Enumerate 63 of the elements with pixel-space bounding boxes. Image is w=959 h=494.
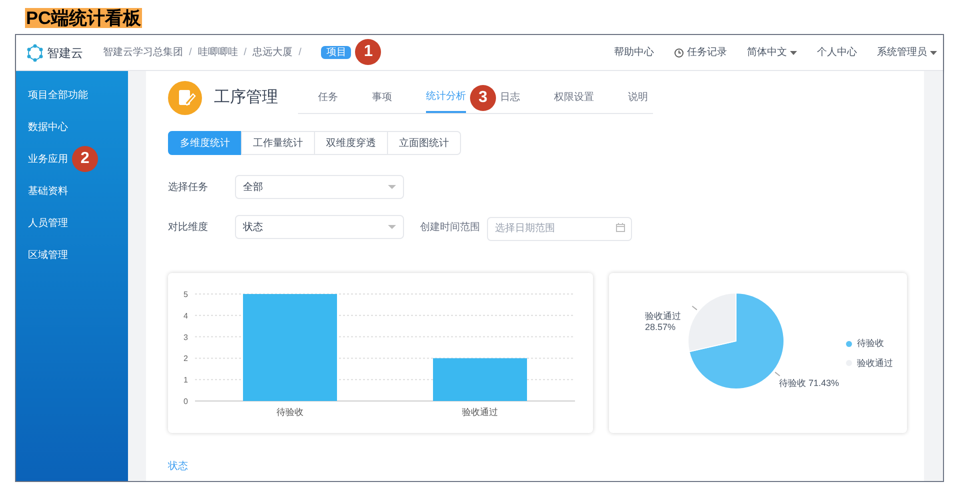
segment-tab[interactable]: 立面图统计 bbox=[387, 131, 461, 155]
pie-value-label: 待验收 71.43% bbox=[779, 378, 840, 389]
segment-tab[interactable]: 双维度穿透 bbox=[314, 131, 388, 155]
project-tag: 项目 bbox=[321, 46, 352, 59]
field-label: 选择任务 bbox=[168, 180, 209, 194]
axis-tick-label: 4 bbox=[184, 311, 188, 320]
segment-tab[interactable]: 多维度统计 bbox=[168, 131, 242, 155]
status-link[interactable]: 状态 bbox=[168, 459, 188, 474]
tab[interactable]: 日志 bbox=[500, 82, 520, 112]
breadcrumb-separator: / bbox=[189, 46, 192, 60]
page-heading: PC端统计看板 bbox=[25, 8, 142, 28]
logo-icon bbox=[26, 44, 44, 62]
header-link[interactable]: 简体中文 bbox=[747, 45, 797, 60]
tab[interactable]: 事项 bbox=[372, 82, 392, 112]
breadcrumb-link[interactable]: 忠远大厦 bbox=[252, 45, 293, 60]
select-field[interactable]: 状态 bbox=[235, 215, 404, 239]
axis-tick-label: 3 bbox=[184, 332, 188, 342]
tab[interactable]: 任务 bbox=[318, 82, 338, 112]
brand-name: 智建云 bbox=[47, 44, 83, 62]
select-field[interactable]: 全部 bbox=[235, 175, 404, 199]
breadcrumb-link[interactable]: 智建云学习总集团 bbox=[103, 45, 183, 60]
sidebar-item[interactable]: 业务应用 bbox=[28, 152, 68, 166]
caret-icon bbox=[388, 225, 396, 229]
clock-icon bbox=[674, 48, 684, 58]
caret-icon bbox=[790, 50, 797, 54]
header-link[interactable]: 任务记录 bbox=[674, 45, 727, 60]
date-range-field[interactable]: 选择日期范围 bbox=[487, 216, 632, 240]
breadcrumb-link[interactable]: 哇唧唧哇 bbox=[198, 45, 238, 60]
header-link[interactable]: 系统管理员 bbox=[877, 45, 937, 60]
sidebar-item[interactable]: 人员管理 bbox=[28, 216, 68, 230]
sidebar-item[interactable]: 区域管理 bbox=[28, 248, 68, 262]
header-link[interactable]: 帮助中心 bbox=[614, 45, 654, 60]
axis-tick-label: 2 bbox=[184, 354, 188, 364]
segment-tab[interactable]: 工作量统计 bbox=[241, 131, 315, 155]
pie-value-label: 验收通过 28.57% bbox=[645, 311, 682, 333]
field-label: 对比维度 bbox=[168, 220, 209, 234]
legend-label: 验收通过 bbox=[857, 356, 893, 370]
tab[interactable]: 权限设置 bbox=[554, 82, 594, 112]
axis-tick-label: 1 bbox=[184, 376, 188, 385]
document-pen-icon bbox=[168, 81, 202, 115]
legend-label: 待验收 bbox=[857, 337, 884, 350]
breadcrumb-separator: / bbox=[244, 46, 247, 60]
page-title: 工序管理 bbox=[214, 88, 278, 108]
calendar-icon bbox=[616, 223, 625, 232]
field-label: 创建时间范围 bbox=[420, 220, 481, 234]
leader-line bbox=[774, 372, 780, 376]
leader-line bbox=[692, 306, 698, 310]
sidebar-item[interactable]: 数据中心 bbox=[28, 120, 68, 134]
tab[interactable]: 说明 bbox=[628, 82, 648, 112]
header-link[interactable]: 个人中心 bbox=[817, 45, 857, 60]
breadcrumb-separator: / bbox=[298, 46, 302, 60]
axis-tick-label: 5 bbox=[184, 290, 188, 299]
axis-category-label: 待验收 bbox=[276, 407, 304, 417]
callout-badge: 2 bbox=[72, 146, 98, 172]
caret-icon bbox=[388, 185, 396, 189]
callout-badge: 1 bbox=[355, 39, 382, 65]
tab[interactable]: 统计分析 bbox=[426, 82, 466, 112]
caret-icon bbox=[930, 50, 937, 54]
callout-badge: 3 bbox=[470, 84, 496, 110]
axis-tick-label: 0 bbox=[184, 397, 188, 406]
axis-category-label: 验收通过 bbox=[462, 407, 498, 417]
sidebar-item[interactable]: 项目全部功能 bbox=[28, 88, 88, 102]
sidebar-item[interactable]: 基础资料 bbox=[28, 184, 68, 198]
